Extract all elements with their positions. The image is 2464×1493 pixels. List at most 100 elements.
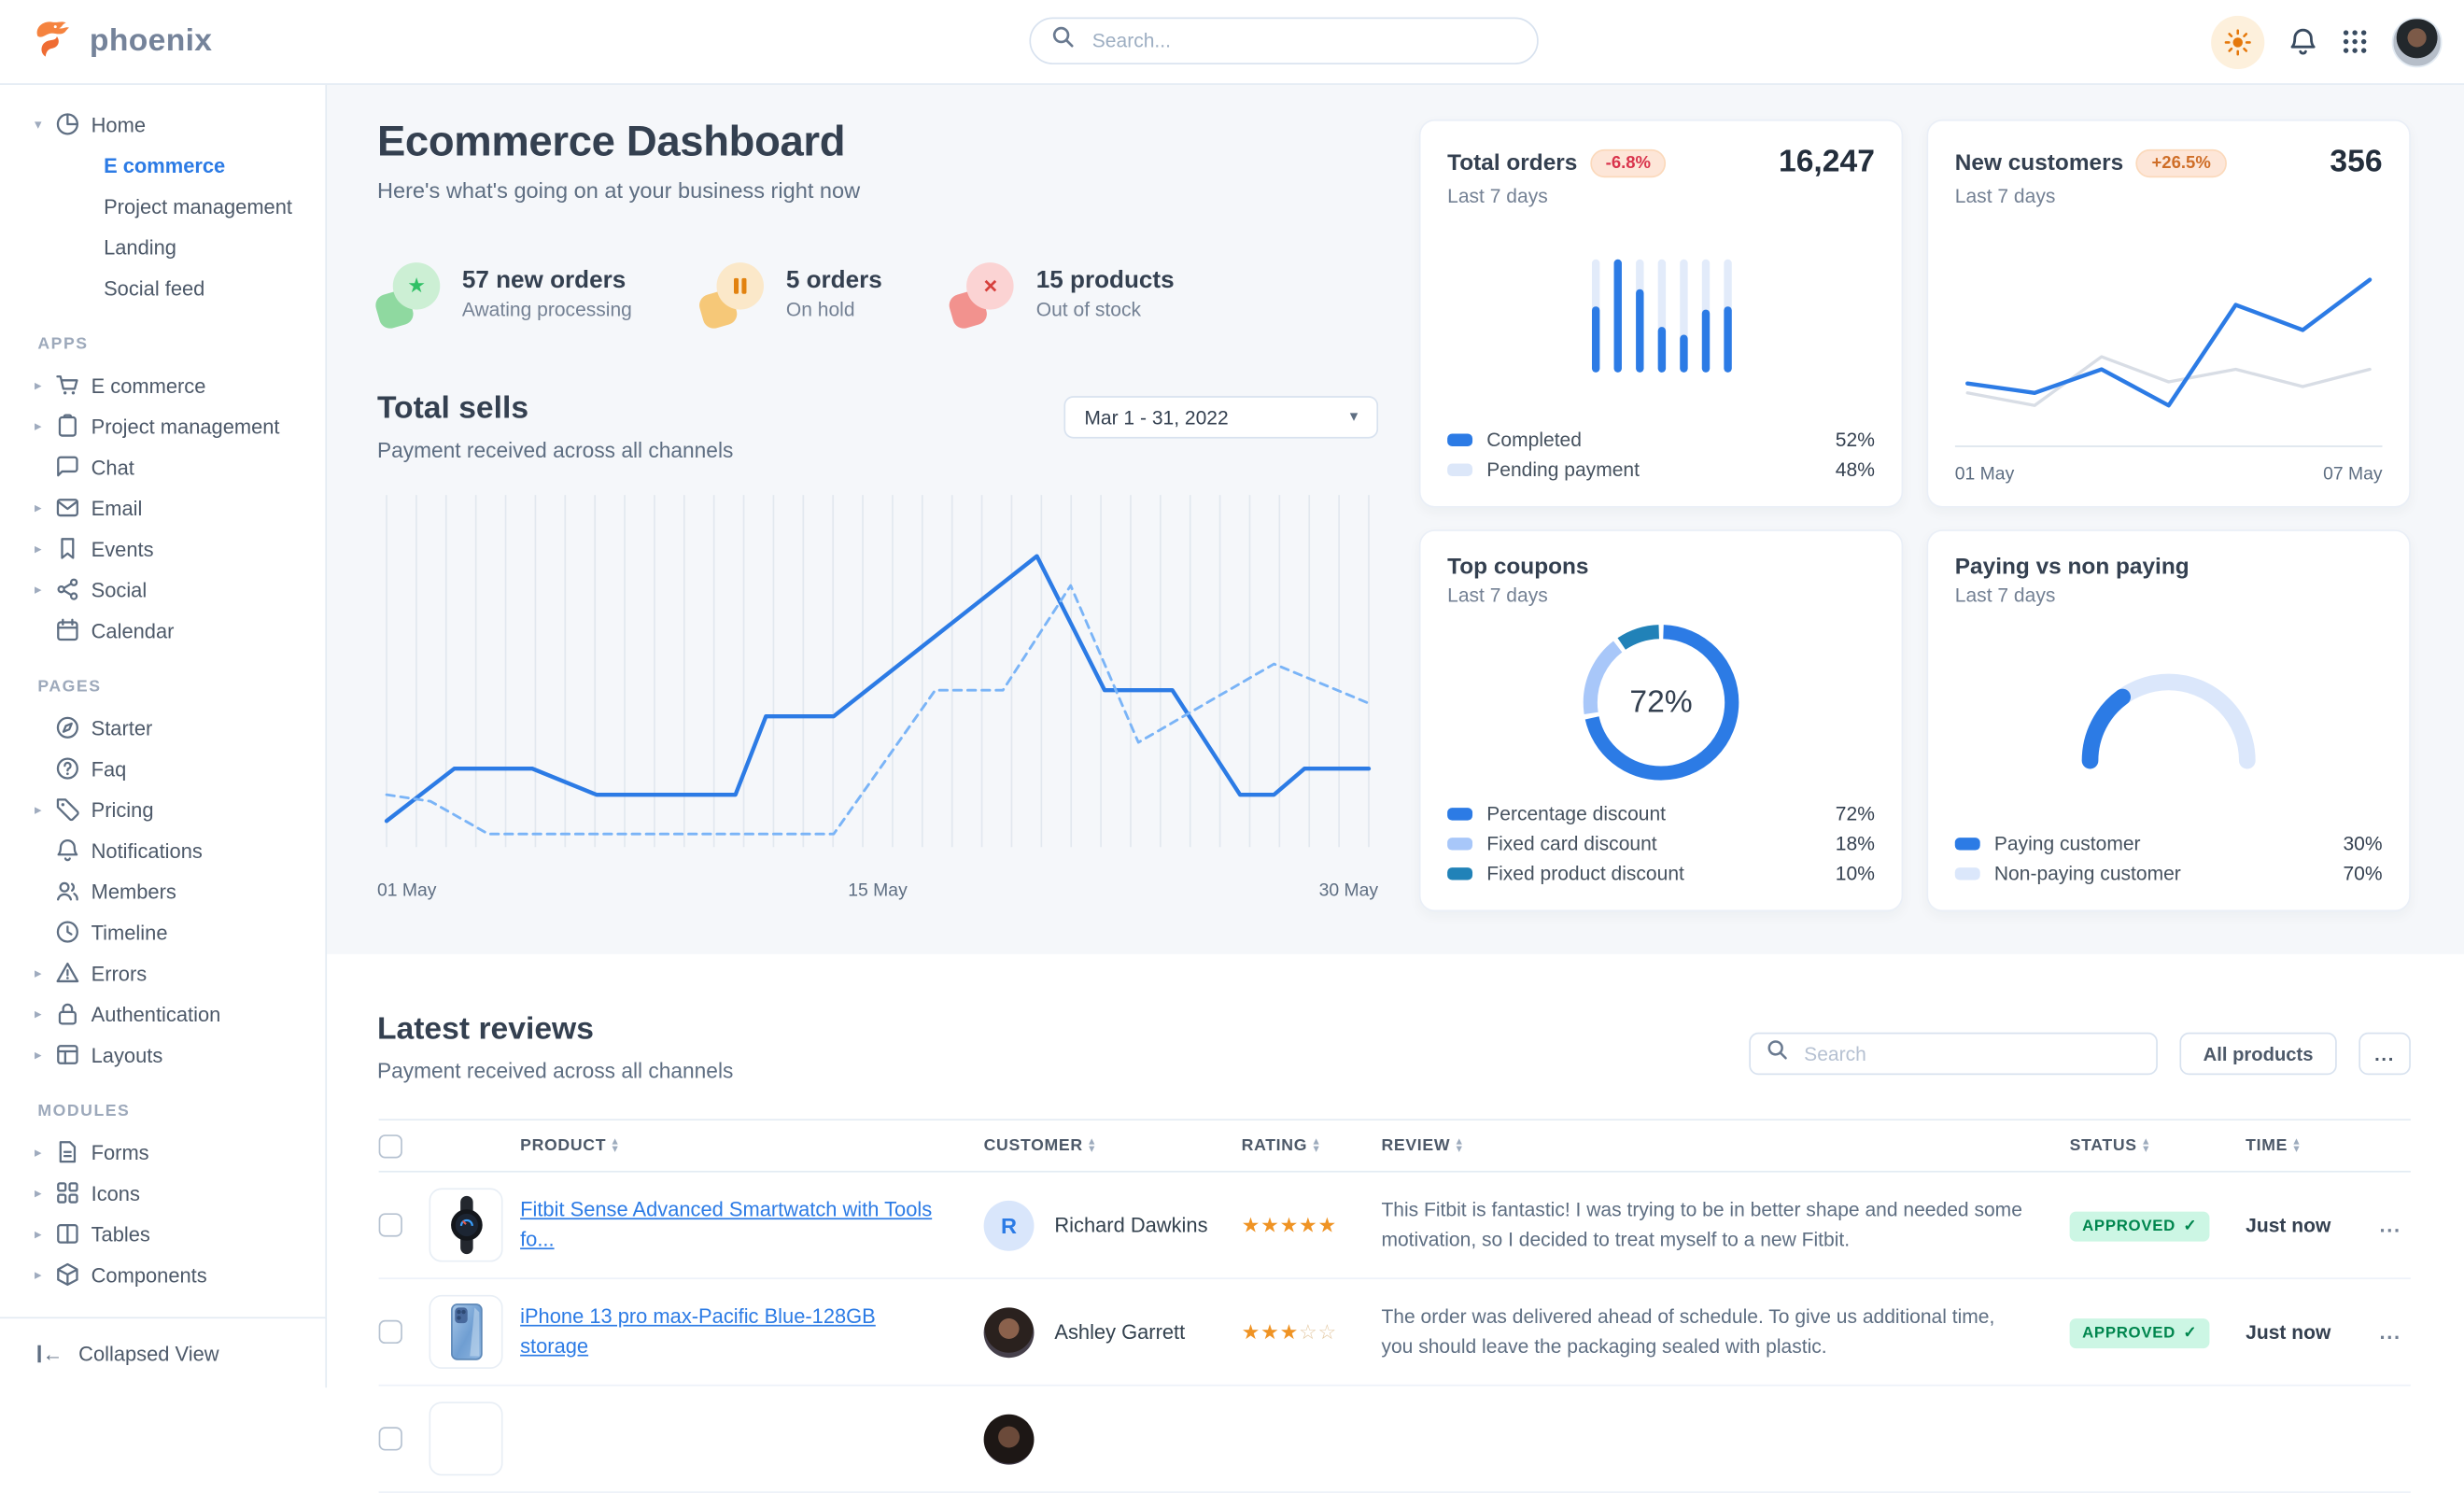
date-range-select[interactable]: Mar 1 - 31, 2022 ▾ [1063, 396, 1378, 438]
row-checkbox[interactable] [379, 1213, 402, 1236]
sidebar-item-e-commerce[interactable]: ▸E commerce [0, 364, 325, 405]
column-header-rating[interactable]: RATING ▴▾ [1242, 1136, 1382, 1155]
sidebar-subitem-landing[interactable]: Landing [0, 226, 325, 267]
sidebar-item-layouts[interactable]: ▸Layouts [0, 1034, 325, 1075]
navbar-actions [2211, 0, 2442, 83]
more-options-button[interactable]: ... [2358, 1033, 2411, 1075]
check-icon: ✓ [2183, 1324, 2197, 1342]
reviews-search[interactable] [1749, 1033, 2158, 1075]
grid4-icon [55, 1180, 80, 1205]
column-header-product[interactable]: PRODUCT▴▾ [520, 1136, 984, 1155]
column-header-label: RATING [1242, 1136, 1307, 1155]
column-header-label: STATUS [2070, 1136, 2137, 1155]
sidebar-item-pricing[interactable]: ▸Pricing [0, 789, 325, 830]
order-bar [1724, 260, 1731, 373]
sidebar-item-timeline[interactable]: Timeline [0, 911, 325, 952]
row-more-button[interactable]: ... [2368, 1213, 2410, 1236]
sidebar-item-members[interactable]: Members [0, 870, 325, 911]
top-coupons-card: Top coupons Last 7 days 72% Percentage d… [1419, 529, 1903, 911]
card-value: 16,247 [1779, 145, 1875, 181]
caret-right-icon: ▸ [35, 499, 55, 516]
compass-icon [55, 715, 80, 740]
sidebar-section-label: APPS [0, 308, 325, 365]
sidebar-nav: ▾HomeE commerceProject managementLanding… [0, 104, 325, 1295]
global-search-input[interactable] [1089, 28, 1516, 53]
caret-right-icon: ▸ [35, 1184, 55, 1202]
bell-icon [55, 838, 80, 863]
legend-label: Percentage discount [1486, 802, 1666, 824]
sidebar-item-calendar[interactable]: Calendar [0, 610, 325, 651]
sidebar-item-authentication[interactable]: ▸Authentication [0, 993, 325, 1035]
column-header-status[interactable]: STATUS▴▾ [2070, 1136, 2246, 1155]
tag-icon [55, 796, 80, 822]
pie-icon [55, 112, 80, 137]
collapse-sidebar-button[interactable]: ← Collapsed View [0, 1317, 325, 1387]
select-all-checkbox[interactable] [379, 1134, 402, 1157]
sidebar-item-events[interactable]: ▸Events [0, 528, 325, 570]
status-badge: APPROVED ✓ [2070, 1211, 2210, 1241]
new-customers-x-labels: 01 May 07 May [1955, 465, 2383, 484]
sidebar-item-project-management[interactable]: ▸Project management [0, 405, 325, 446]
sidebar-item-icons[interactable]: ▸Icons [0, 1173, 325, 1214]
sidebar-item-faq[interactable]: Faq [0, 748, 325, 789]
legend-row: Fixed product discount10% [1447, 858, 1875, 888]
notifications-button[interactable] [2288, 27, 2318, 57]
review-row: Fitbit Sense Advanced Smartwatch with To… [379, 1173, 2411, 1279]
collapse-label: Collapsed View [78, 1342, 218, 1365]
all-products-button[interactable]: All products [2179, 1033, 2336, 1075]
bell-icon [2288, 27, 2318, 57]
order-bar [1613, 260, 1621, 373]
sidebar-item-home[interactable]: ▾Home [0, 104, 325, 145]
sidebar-item-errors[interactable]: ▸Errors [0, 952, 325, 993]
product-link[interactable]: Fitbit Sense Advanced Smartwatch with To… [520, 1196, 984, 1253]
search-icon [1051, 25, 1075, 57]
column-header-review[interactable]: REVIEW▴▾ [1381, 1136, 2069, 1155]
sidebar-subitem-social-feed[interactable]: Social feed [0, 267, 325, 308]
sort-icon: ▴▾ [1314, 1138, 1319, 1154]
column-header-label: REVIEW [1381, 1136, 1450, 1155]
sidebar-subitem-project-management[interactable]: Project management [0, 186, 325, 227]
success-blob-icon: ★ [377, 261, 440, 327]
sidebar-subitem-e-commerce[interactable]: E commerce [0, 145, 325, 186]
review-text: The order was delivered ahead of schedul… [1381, 1303, 2069, 1361]
column-header-customer[interactable]: CUSTOMER▴▾ [984, 1136, 1242, 1155]
global-search[interactable] [1029, 18, 1538, 64]
sidebar-item-social[interactable]: ▸Social [0, 569, 325, 610]
customer-cell: RRichard Dawkins [984, 1200, 1242, 1250]
trend-badge: +26.5% [2136, 148, 2227, 176]
row-checkbox[interactable] [379, 1427, 402, 1450]
row-checkbox[interactable] [379, 1320, 402, 1344]
order-bar [1657, 260, 1665, 373]
caret-right-icon: ▸ [35, 417, 55, 435]
thumb-cell [429, 1173, 520, 1278]
order-bar-fill [1635, 289, 1642, 373]
sidebar-item-email[interactable]: ▸Email [0, 487, 325, 528]
legend-value: 52% [1836, 429, 1875, 451]
sidebar-item-forms[interactable]: ▸Forms [0, 1132, 325, 1173]
paying-legend: Paying customer30%Non-paying customer70% [1955, 828, 2383, 888]
box-icon [55, 1262, 80, 1288]
bookmark-icon [55, 536, 80, 561]
stat-item: ×15 productsOut of stock [951, 261, 1175, 327]
caret-right-icon: ▸ [35, 1266, 55, 1284]
sidebar-item-starter[interactable]: Starter [0, 707, 325, 748]
product-link[interactable]: iPhone 13 pro max-Pacific Blue-128GB sto… [520, 1303, 984, 1360]
user-avatar[interactable] [2392, 17, 2443, 67]
column-header-time[interactable]: TIME▴▾ [2246, 1136, 2368, 1155]
sidebar-item-tables[interactable]: ▸Tables [0, 1213, 325, 1254]
theme-toggle-button[interactable] [2211, 15, 2264, 68]
layout-icon [55, 1042, 80, 1067]
sidebar-item-label: Faq [92, 756, 127, 780]
customer-name: Richard Dawkins [1054, 1213, 1207, 1236]
row-more-button[interactable]: ... [2368, 1320, 2410, 1344]
total-sells-subtitle: Payment received across all channels [377, 439, 733, 462]
stat-item: ★57 new ordersAwating processing [377, 261, 632, 327]
sidebar-item-chat[interactable]: Chat [0, 446, 325, 487]
caret-right-icon: ▸ [35, 965, 55, 982]
sidebar-item-components[interactable]: ▸Components [0, 1254, 325, 1295]
reviews-search-input[interactable] [1801, 1041, 2141, 1066]
total-sells-chart: 01 May 15 May 30 May [377, 488, 1378, 900]
brand-logo[interactable]: phoenix [33, 0, 212, 83]
sidebar-item-notifications[interactable]: Notifications [0, 830, 325, 871]
apps-menu-button[interactable] [2342, 28, 2369, 55]
